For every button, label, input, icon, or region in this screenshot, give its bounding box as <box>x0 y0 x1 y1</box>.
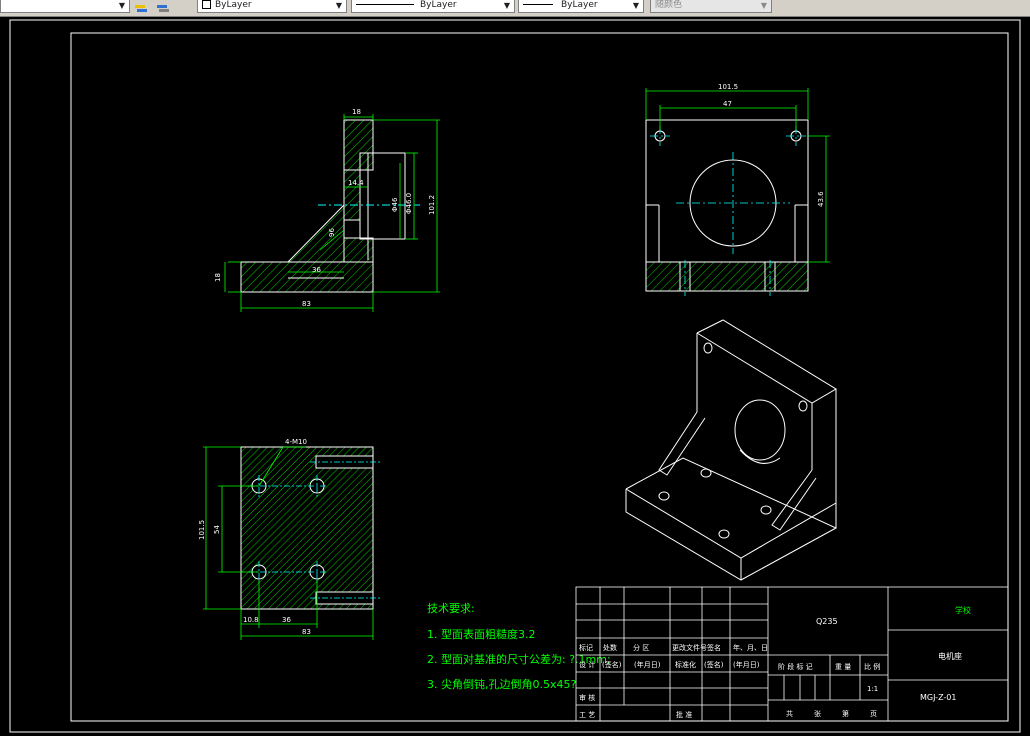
linetype-value: ByLayer <box>420 0 457 10</box>
dim-side-base-thick: 18 <box>214 273 222 282</box>
dim-side-hole-dia2: Φ46.0 <box>405 193 413 214</box>
scale-header: 比 例 <box>864 662 880 671</box>
dim-top-length: 83 <box>302 628 311 636</box>
rev-header-mark: 标记 <box>579 643 593 652</box>
design-date: (年月日) <box>634 660 661 669</box>
approve-label: 批 准 <box>676 710 692 719</box>
lineweight-combo[interactable]: ByLayer ▼ <box>518 0 644 13</box>
tech-line-1: 1. 型面表面粗糙度3.2 <box>427 627 536 641</box>
chevron-down-icon: ▼ <box>632 1 640 10</box>
top-view[interactable]: 4-M10 101.5 54 10.8 36 83 <box>198 438 380 640</box>
side-section-view[interactable]: 18 14.4 Φ46 Φ46.0 101.2 96 36 18 83 <box>214 108 440 312</box>
layer-combo[interactable]: ▼ <box>0 0 130 13</box>
rev-header-sign: 签名 <box>707 643 721 652</box>
rev-header-date: 年、月、日 <box>733 643 768 652</box>
model-space-canvas[interactable]: 18 14.4 Φ46 Φ46.0 101.2 96 36 18 83 101.… <box>0 16 1030 736</box>
dim-side-hole-depth: 14.4 <box>348 179 364 187</box>
dim-side-rib-width: 36 <box>312 266 321 274</box>
sheets-total-pre: 共 <box>786 709 793 718</box>
linetype-combo[interactable]: ByLayer ▼ <box>351 0 515 13</box>
color-combo[interactable]: ByLayer ▼ <box>197 0 347 13</box>
dim-side-total-height: 101.2 <box>428 195 436 215</box>
standard-date: (年月日) <box>733 660 760 669</box>
drawing-number: MGJ-Z-01 <box>920 693 956 702</box>
process-label: 工 艺 <box>579 711 595 719</box>
sheets-total-post: 张 <box>814 709 821 718</box>
school-name: 学校 <box>955 605 971 615</box>
tech-title: 技术要求: <box>427 602 475 615</box>
material: Q235 <box>816 617 838 626</box>
sheets-current-pre: 第 <box>842 709 849 718</box>
plotstyle-combo[interactable]: 随颜色 ▼ <box>650 0 772 13</box>
dim-top-hole-spacing: 54 <box>213 525 221 534</box>
review-label: 审 核 <box>579 693 595 702</box>
tech-line-3: 3. 尖角倒钝,孔边倒角0.5x45? <box>427 677 576 691</box>
layer-states-icon[interactable] <box>134 0 148 12</box>
sheet-outer-border <box>9 19 1021 733</box>
front-view[interactable]: 101.5 47 43.6 <box>645 83 830 296</box>
part-name: 电机座 <box>938 651 962 661</box>
rev-header-docno: 更改文件号 <box>672 643 707 652</box>
chevron-down-icon: ▼ <box>118 1 126 10</box>
dim-front-height: 43.6 <box>817 191 825 207</box>
properties-toolbar: ▼ ByLayer ▼ ByLayer ▼ ByLayer ▼ 随颜色 ▼ <box>0 0 1030 17</box>
dim-top-width: 101.5 <box>198 520 206 540</box>
chevron-down-icon: ▼ <box>335 1 343 10</box>
dim-front-hole-spacing: 47 <box>723 100 732 108</box>
standard-label: 标准化 <box>675 660 696 669</box>
rev-header-count: 处数 <box>603 643 617 652</box>
chevron-down-icon: ▼ <box>503 1 511 10</box>
dim-side-top: 18 <box>352 108 361 116</box>
color-value: ByLayer <box>215 0 252 10</box>
dim-side-length: 83 <box>302 300 311 308</box>
dim-side-hole-dia: Φ46 <box>391 197 399 212</box>
layer-previous-icon[interactable] <box>156 0 170 12</box>
title-block-text: 标记 处数 分 区 更改文件号 签名 年、月、日 设 计 (签名) (年月日) … <box>579 605 971 719</box>
stage-mark-header: 阶 段 标 记 <box>778 662 813 671</box>
design-label: 设 计 <box>579 660 595 669</box>
dim-side-rib-height: 96 <box>328 228 336 237</box>
top-hole-note: 4-M10 <box>285 438 307 446</box>
sheet-inner-border <box>70 32 1009 722</box>
lineweight-value: ByLayer <box>561 0 598 10</box>
sheets-current-post: 页 <box>870 710 877 718</box>
design-sign: (签名) <box>602 660 622 669</box>
rev-header-zone: 分 区 <box>633 643 649 652</box>
isometric-view[interactable] <box>625 319 838 581</box>
dim-top-left: 10.8 <box>243 616 259 624</box>
dim-top-hole-pitch: 36 <box>282 616 291 624</box>
dim-front-total-width: 101.5 <box>718 83 738 91</box>
weight-header: 重 量 <box>835 663 851 671</box>
plotstyle-value: 随颜色 <box>655 0 683 10</box>
scale-value: 1:1 <box>867 685 878 693</box>
chevron-down-icon: ▼ <box>760 1 768 10</box>
standard-sign: (签名) <box>704 660 724 669</box>
